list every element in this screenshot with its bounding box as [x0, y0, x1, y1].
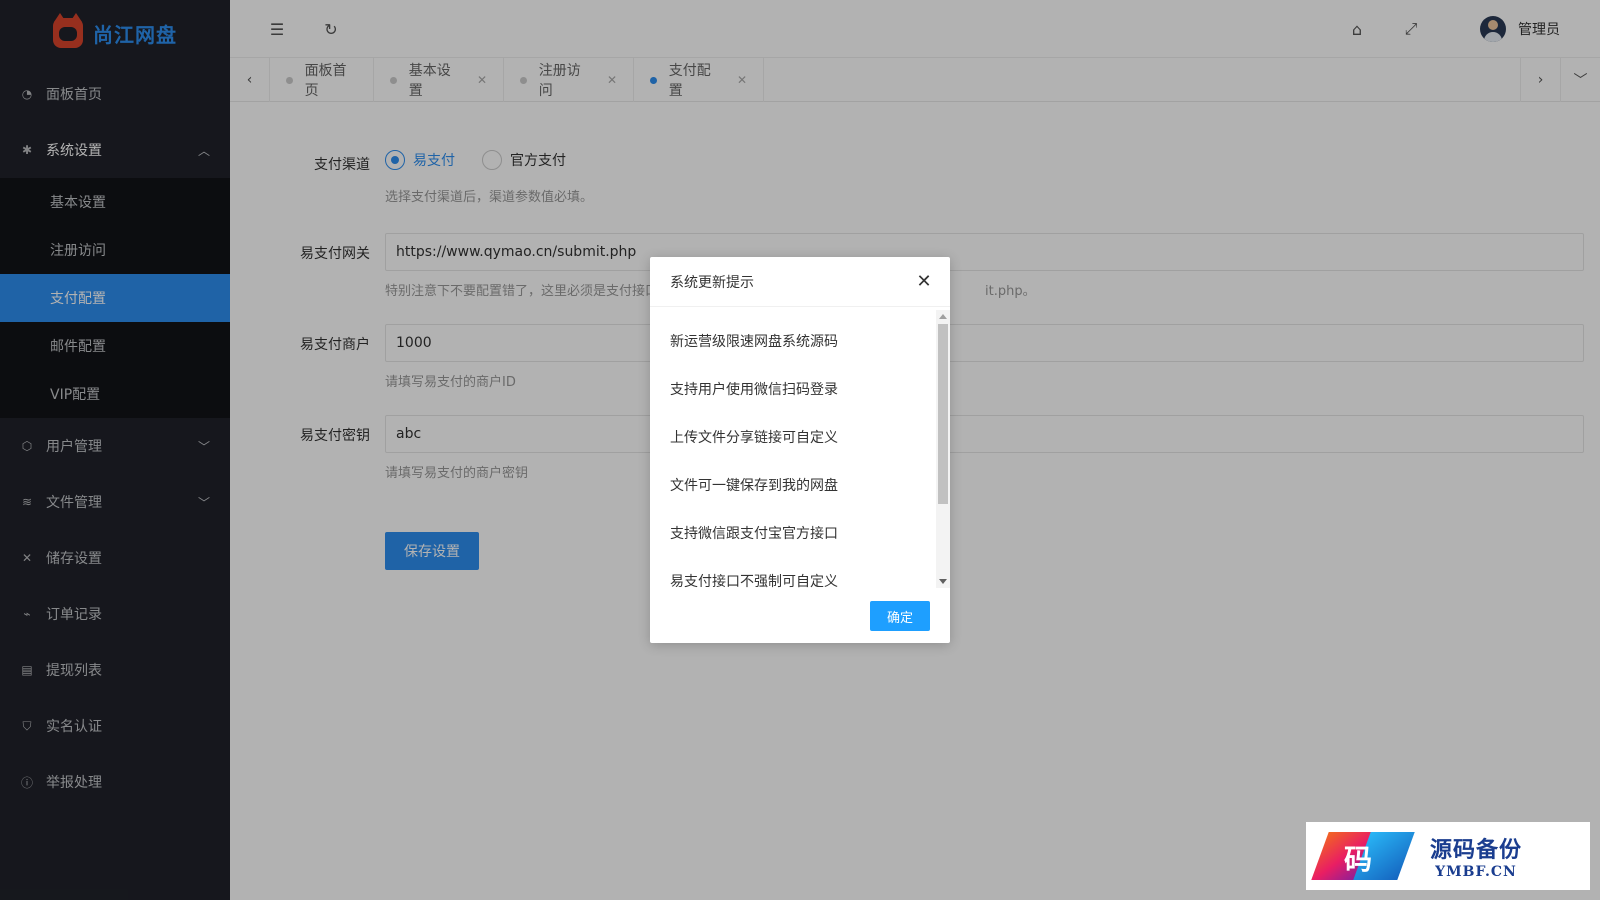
update-list: 新运营级限速网盘系统源码 支持用户使用微信扫码登录 上传文件分享链接可自定义 文…	[650, 308, 950, 590]
watermark-glyph: 码	[1344, 843, 1373, 876]
update-notice-dialog: 系统更新提示 ✕ 新运营级限速网盘系统源码 支持用户使用微信扫码登录 上传文件分…	[650, 257, 950, 643]
watermark-text-en: YMBF.CN	[1435, 864, 1517, 880]
dialog-title: 系统更新提示	[670, 274, 754, 291]
list-item: 支持用户使用微信扫码登录	[670, 382, 838, 398]
scroll-up-arrow-icon[interactable]	[939, 314, 947, 319]
close-icon[interactable]: ✕	[914, 271, 934, 292]
list-item: 易支付接口不强制可自定义	[670, 574, 838, 590]
watermark-text-cn: 源码备份	[1430, 837, 1523, 863]
watermark-logo: 码 源码备份 YMBF.CN	[1306, 822, 1590, 890]
scrollbar[interactable]	[936, 310, 950, 588]
dialog-header: 系统更新提示 ✕	[650, 257, 950, 307]
scroll-down-arrow-icon[interactable]	[939, 579, 947, 584]
list-item: 上传文件分享链接可自定义	[670, 430, 838, 446]
scrollbar-thumb[interactable]	[938, 324, 948, 504]
watermark-emblem: 码	[1306, 822, 1426, 890]
list-item: 支持微信跟支付宝官方接口	[670, 526, 838, 542]
dialog-body[interactable]: 新运营级限速网盘系统源码 支持用户使用微信扫码登录 上传文件分享链接可自定义 文…	[650, 308, 950, 590]
confirm-button[interactable]: 确定	[870, 601, 930, 631]
list-item: 文件可一键保存到我的网盘	[670, 478, 838, 494]
list-item: 新运营级限速网盘系统源码	[670, 334, 838, 350]
